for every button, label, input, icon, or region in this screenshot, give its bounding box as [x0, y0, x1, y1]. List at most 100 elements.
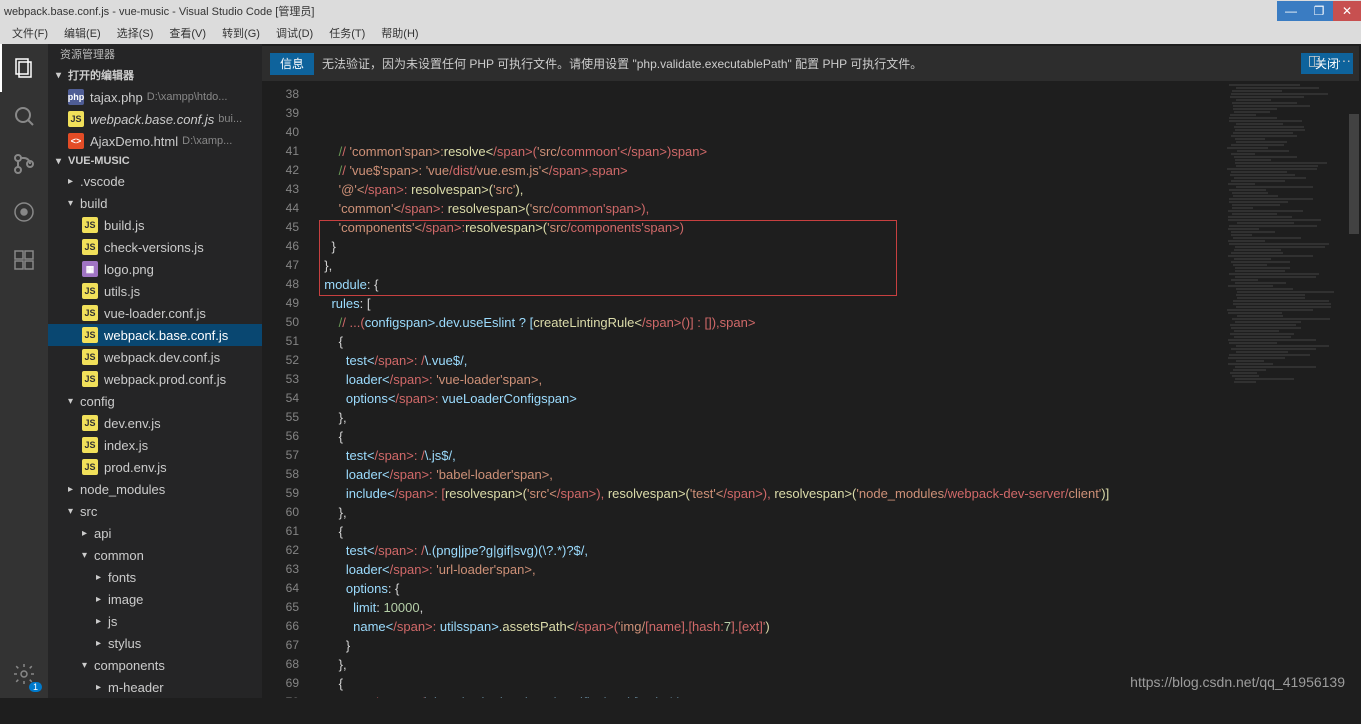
code-line: },: [317, 503, 1361, 522]
file-path-hint: D:\xampp\htdo...: [147, 91, 228, 103]
code-content[interactable]: // 'common'span>:resolve</span>('src/com…: [317, 83, 1361, 698]
folder-name: components: [94, 658, 165, 673]
chevron-down-icon: ▾: [68, 198, 80, 209]
chevron-down-icon: ▾: [82, 550, 94, 561]
editor-actions: ◫ ···: [1308, 52, 1351, 69]
menu-item[interactable]: 文件(F): [4, 25, 56, 41]
code-line: // 'vue$'span>: 'vue/dist/vue.esm.js'</s…: [317, 161, 1361, 180]
source-control-tab-icon[interactable]: [0, 140, 48, 188]
code-line: // ...(configspan>.dev.useEslint ? [crea…: [317, 313, 1361, 332]
code-line: options: {: [317, 579, 1361, 598]
file-item[interactable]: JS webpack.prod.conf.js: [48, 368, 262, 390]
debug-tab-icon[interactable]: [0, 188, 48, 236]
maximize-button[interactable]: ❐: [1305, 1, 1333, 21]
explorer-tab-icon[interactable]: [0, 44, 48, 92]
file-item[interactable]: JSprod.env.js: [48, 456, 262, 478]
code-line: loader</span>: 'url-loader'span>,: [317, 560, 1361, 579]
folder-item[interactable]: ▸.vscode: [48, 170, 262, 192]
menu-item[interactable]: 帮助(H): [373, 25, 426, 41]
menu-item[interactable]: 选择(S): [109, 25, 162, 41]
folder-name: m-header: [108, 680, 164, 695]
minimize-button[interactable]: —: [1277, 1, 1305, 21]
js-icon: JS: [82, 239, 98, 255]
extensions-tab-icon[interactable]: [0, 236, 48, 284]
folder-item[interactable]: ▸fonts: [48, 566, 262, 588]
file-item[interactable]: ▦logo.png: [48, 258, 262, 280]
code-line: }: [317, 636, 1361, 655]
chevron-right-icon: ▸: [96, 572, 108, 583]
open-editor-item[interactable]: phptajax.phpD:\xampp\htdo...: [48, 86, 262, 108]
code-line: },: [317, 655, 1361, 674]
menu-item[interactable]: 查看(V): [161, 25, 214, 41]
js-icon: JS: [82, 305, 98, 321]
file-item[interactable]: JSbuild.js: [48, 214, 262, 236]
folder-item[interactable]: ▾components: [48, 654, 262, 676]
file-item[interactable]: JSutils.js: [48, 280, 262, 302]
line-gutter: 3839404142434445464748495051525354555657…: [262, 83, 317, 698]
window-title: webpack.base.conf.js - vue-music - Visua…: [0, 3, 1277, 19]
scrollbar-thumb[interactable]: [1349, 114, 1359, 234]
code-line: test</span>: /\.(png|jpe?g|gif|svg)(\?.*…: [317, 541, 1361, 560]
split-editor-icon[interactable]: ◫: [1308, 52, 1321, 69]
html-icon: <>: [68, 133, 84, 149]
editor-main: 3839404142434445464748495051525354555657…: [262, 83, 1361, 698]
open-editor-item[interactable]: <> AjaxDemo.html D:\xamp...: [48, 130, 262, 152]
php-icon: php: [68, 89, 84, 105]
folder-item[interactable]: ▾build: [48, 192, 262, 214]
more-actions-icon[interactable]: ···: [1337, 52, 1351, 69]
window-buttons: — ❐ ✕: [1277, 1, 1361, 21]
file-name: index.js: [104, 438, 148, 453]
file-name: webpack.base.conf.js: [90, 112, 214, 127]
chevron-down-icon: ▾: [68, 396, 80, 407]
code-line: test</span>: /\.vue$/,: [317, 351, 1361, 370]
folder-root-header[interactable]: ▾VUE-MUSIC: [48, 152, 262, 170]
js-icon: JS: [82, 459, 98, 475]
code-line: options</span>: vueLoaderConfigspan>: [317, 389, 1361, 408]
chevron-right-icon: ▸: [68, 484, 80, 495]
file-item[interactable]: JSwebpack.dev.conf.js: [48, 346, 262, 368]
folder-item[interactable]: ▾config: [48, 390, 262, 412]
js-icon: JS: [82, 349, 98, 365]
folder-item[interactable]: ▾common: [48, 544, 262, 566]
close-window-button[interactable]: ✕: [1333, 1, 1361, 21]
folder-item[interactable]: ▸js: [48, 610, 262, 632]
file-name: utils.js: [104, 284, 140, 299]
file-name: webpack.prod.conf.js: [104, 372, 226, 387]
file-item[interactable]: JScheck-versions.js: [48, 236, 262, 258]
chevron-down-icon: ▾: [82, 660, 94, 671]
code-line: {: [317, 427, 1361, 446]
file-name: logo.png: [104, 262, 154, 277]
folder-name: image: [108, 592, 143, 607]
file-item[interactable]: JSindex.js: [48, 434, 262, 456]
file-item[interactable]: JSvue-loader.conf.js: [48, 302, 262, 324]
menu-item[interactable]: 任务(T): [321, 25, 373, 41]
folder-item[interactable]: ▸image: [48, 588, 262, 610]
folder-item[interactable]: ▸api: [48, 522, 262, 544]
folder-name: api: [94, 526, 111, 541]
folder-name: stylus: [108, 636, 141, 651]
file-name: AjaxDemo.html: [90, 134, 178, 149]
file-name: webpack.base.conf.js: [104, 328, 228, 343]
menu-item[interactable]: 转到(G): [214, 25, 268, 41]
notification-label: 信息: [270, 53, 314, 75]
file-item[interactable]: JS webpack.base.conf.js: [48, 324, 262, 346]
vertical-scrollbar[interactable]: [1347, 84, 1361, 724]
minimap[interactable]: [1227, 84, 1347, 724]
search-tab-icon[interactable]: [0, 92, 48, 140]
open-editors-header[interactable]: ▾打开的编辑器: [48, 64, 262, 86]
folder-item[interactable]: ▸m-header: [48, 676, 262, 698]
menu-item[interactable]: 编辑(E): [56, 25, 109, 41]
code-line: },: [317, 256, 1361, 275]
folder-item[interactable]: ▾src: [48, 500, 262, 522]
settings-gear-icon[interactable]: 1: [0, 650, 48, 698]
js-icon: JS: [82, 371, 98, 387]
folder-item[interactable]: ▸node_modules: [48, 478, 262, 500]
js-icon: JS: [82, 327, 98, 343]
file-name: build.js: [104, 218, 144, 233]
file-path-hint: D:\xamp...: [182, 135, 232, 147]
menu-item[interactable]: 调试(D): [268, 25, 321, 41]
folder-item[interactable]: ▸stylus: [48, 632, 262, 654]
file-item[interactable]: JSdev.env.js: [48, 412, 262, 434]
activity-bar: 1: [0, 44, 48, 698]
open-editor-item[interactable]: JSwebpack.base.conf.jsbui...: [48, 108, 262, 130]
